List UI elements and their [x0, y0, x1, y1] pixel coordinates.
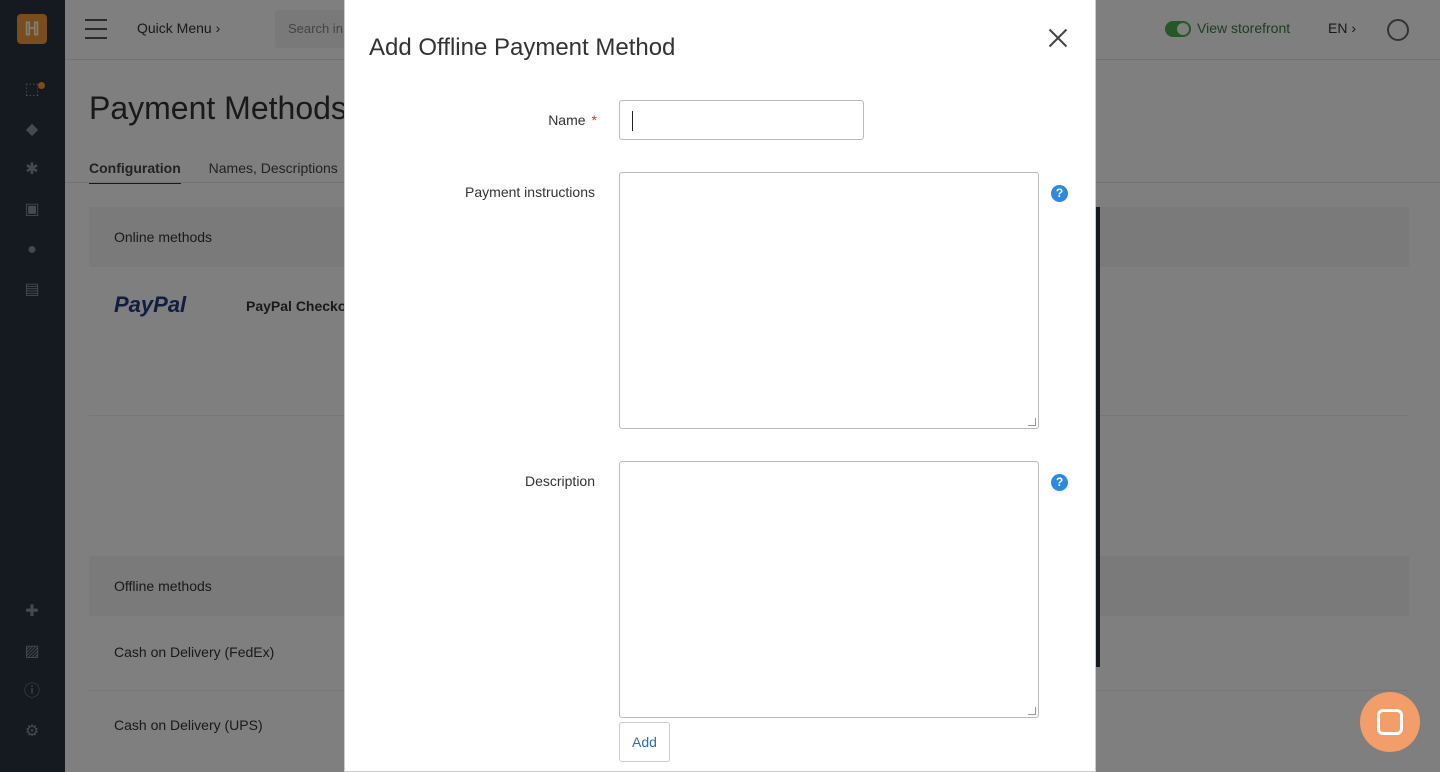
description-label: Description — [524, 473, 595, 489]
modal-title: Add Offline Payment Method — [369, 34, 676, 61]
name-input[interactable] — [619, 100, 864, 140]
chat-launcher-button[interactable] — [1360, 692, 1420, 752]
name-label-text: Name — [548, 112, 586, 128]
add-button[interactable]: Add — [619, 722, 670, 762]
name-label: Name * — [357, 112, 597, 128]
payment-instructions-textarea[interactable] — [619, 172, 1039, 429]
help-icon[interactable]: ? — [1051, 185, 1068, 202]
payment-instructions-label: Payment instructions — [465, 184, 595, 200]
help-icon[interactable]: ? — [1051, 474, 1068, 491]
required-marker: * — [591, 112, 597, 128]
resize-handle-icon[interactable] — [1028, 707, 1036, 715]
description-textarea[interactable] — [619, 461, 1039, 718]
close-icon[interactable] — [1045, 25, 1071, 51]
resize-handle-icon[interactable] — [1028, 418, 1036, 426]
add-offline-payment-modal: Add Offline Payment Method Name * Payment… — [344, 0, 1096, 772]
chat-icon — [1377, 709, 1403, 735]
text-caret — [632, 111, 633, 131]
